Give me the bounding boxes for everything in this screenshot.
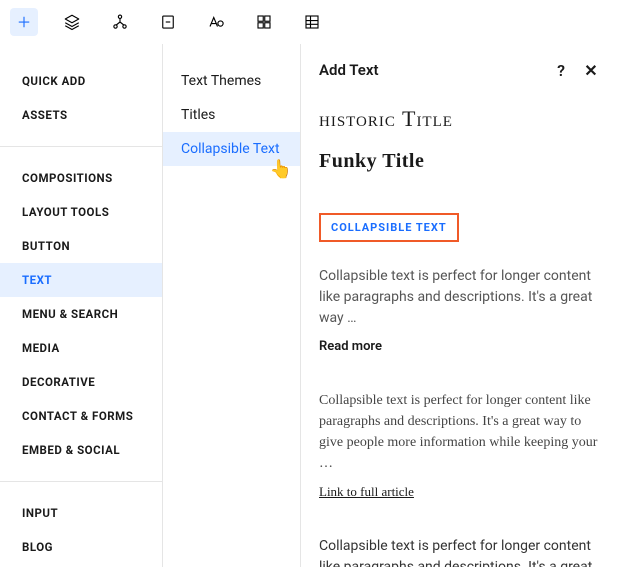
help-icon[interactable]: ?: [551, 60, 571, 80]
sidebar-item-button[interactable]: BUTTON: [0, 229, 162, 263]
submenu-item-collapsible-text[interactable]: Collapsible Text👆: [163, 132, 300, 166]
plus-icon[interactable]: [10, 8, 38, 36]
layers-icon[interactable]: [58, 8, 86, 36]
structure-icon[interactable]: [106, 8, 134, 36]
typography-icon[interactable]: [202, 8, 230, 36]
read-more-link[interactable]: Read more: [319, 339, 601, 354]
sidebar-item-contact-forms[interactable]: CONTACT & FORMS: [0, 399, 162, 433]
sidebar-item-media[interactable]: MEDIA: [0, 331, 162, 365]
divider: [0, 481, 162, 482]
sidebar-item-menu-search[interactable]: MENU & SEARCH: [0, 297, 162, 331]
sidebar-item-text[interactable]: TEXT: [0, 263, 162, 297]
read-more-link[interactable]: Link to full article: [319, 484, 601, 500]
submenu-item-titles[interactable]: Titles: [163, 98, 300, 132]
sidebar-item-compositions[interactable]: COMPOSITIONS: [0, 161, 162, 195]
detail-panel: Add Text ? ✕ historic Title Funky Title …: [301, 44, 619, 567]
secondary-sidebar: Text ThemesTitlesCollapsible Text👆: [163, 44, 301, 567]
example-body: Collapsible text is perfect for longer c…: [319, 266, 601, 329]
collapsible-example[interactable]: Collapsible text is perfect for longer c…: [319, 266, 601, 354]
note-icon[interactable]: [154, 8, 182, 36]
divider: [0, 146, 162, 147]
top-toolbar: [0, 0, 619, 44]
table-icon[interactable]: [298, 8, 326, 36]
sidebar-item-quick-add[interactable]: QUICK ADD: [0, 64, 162, 98]
sidebar-item-layout-tools[interactable]: LAYOUT TOOLS: [0, 195, 162, 229]
collapsible-example[interactable]: Collapsible text is perfect for longer c…: [319, 536, 601, 567]
sidebar-item-input[interactable]: INPUT: [0, 496, 162, 530]
close-icon[interactable]: ✕: [581, 60, 601, 80]
sidebar-item-blog[interactable]: BLOG: [0, 530, 162, 564]
primary-sidebar: QUICK ADDASSETS COMPOSITIONSLAYOUT TOOLS…: [0, 44, 163, 567]
title-preview-historic[interactable]: historic Title: [319, 106, 601, 132]
sidebar-item-assets[interactable]: ASSETS: [0, 98, 162, 132]
collapsible-example[interactable]: Collapsible text is perfect for longer c…: [319, 390, 601, 500]
example-body: Collapsible text is perfect for longer c…: [319, 536, 601, 567]
title-preview-funky[interactable]: Funky Title: [319, 150, 601, 173]
cursor-pointer-icon: 👆: [270, 159, 292, 180]
sidebar-item-decorative[interactable]: DECORATIVE: [0, 365, 162, 399]
panel-title: Add Text: [319, 61, 541, 79]
section-heading-collapsible: COLLAPSIBLE TEXT: [319, 213, 459, 242]
grid-icon[interactable]: [250, 8, 278, 36]
example-body: Collapsible text is perfect for longer c…: [319, 390, 601, 474]
sidebar-item-embed-social[interactable]: EMBED & SOCIAL: [0, 433, 162, 467]
submenu-item-text-themes[interactable]: Text Themes: [163, 64, 300, 98]
